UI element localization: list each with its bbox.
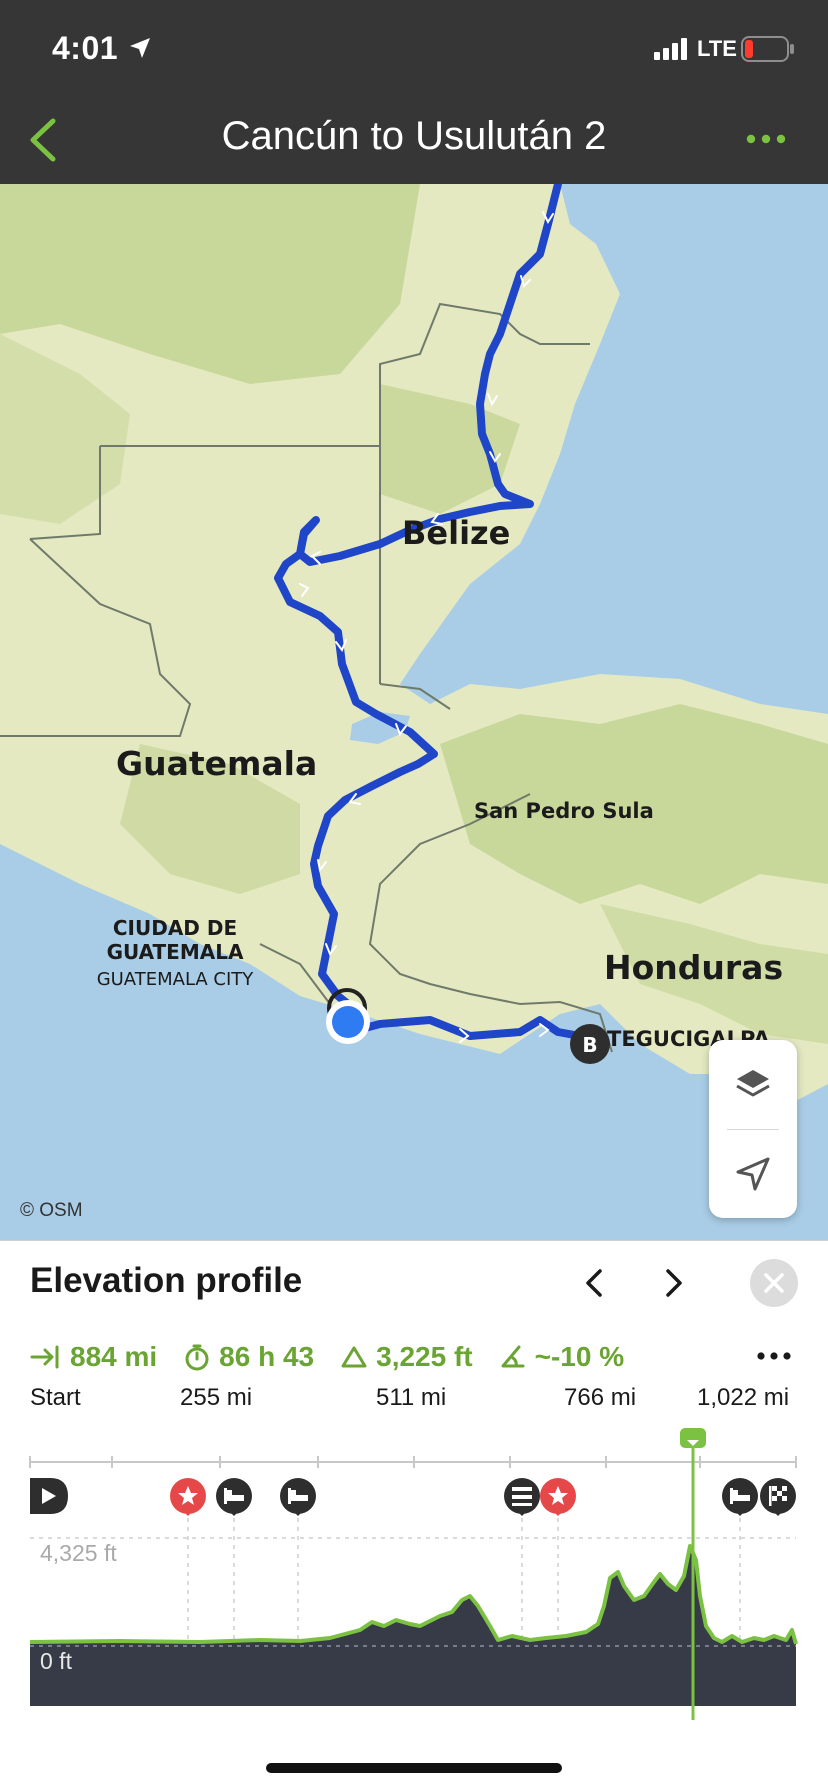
ellipsis-icon xyxy=(746,134,786,144)
nav-bar: Cancún to Usulután 2 xyxy=(0,96,828,184)
map-canvas: B xyxy=(0,184,828,1240)
start-play-icon[interactable] xyxy=(30,1478,68,1514)
map-view[interactable]: B Belize Guatemala San Pedro Sula CIUDAD… xyxy=(0,184,828,1240)
y-axis-max-label: 4,325 ft xyxy=(40,1540,117,1566)
map-label-ciudad-de-guatemala: CIUDAD DE GUATEMALA xyxy=(106,916,244,964)
map-label-guatemala-city: GUATEMALA CITY xyxy=(96,969,254,990)
map-attribution[interactable]: © OSM xyxy=(20,1200,83,1222)
hotel-icon[interactable] xyxy=(504,1478,540,1516)
home-indicator[interactable] xyxy=(266,1763,562,1773)
locate-arrow-icon xyxy=(736,1157,770,1191)
signal-bars-icon xyxy=(654,38,690,65)
map-label-belize: Belize xyxy=(402,514,511,552)
chevron-left-icon xyxy=(30,118,56,162)
layers-button[interactable] xyxy=(709,1040,797,1128)
layers-icon xyxy=(736,1070,770,1097)
network-type: LTE xyxy=(697,36,737,61)
status-time: 4:01 xyxy=(52,30,119,66)
bed-icon[interactable] xyxy=(216,1478,252,1516)
y-axis-zero-label: 0 ft xyxy=(40,1648,72,1674)
map-label-guatemala: Guatemala xyxy=(116,744,318,783)
finish-flag-icon[interactable] xyxy=(760,1478,796,1516)
favorite-star-icon[interactable] xyxy=(540,1478,576,1516)
battery-low-icon xyxy=(741,36,795,67)
map-label-honduras: Honduras xyxy=(604,948,784,987)
favorite-star-icon[interactable] xyxy=(170,1478,206,1516)
locate-button[interactable] xyxy=(709,1130,797,1218)
more-options-button[interactable] xyxy=(742,124,790,154)
bed-icon[interactable] xyxy=(722,1478,758,1516)
map-label-san-pedro-sula: San Pedro Sula xyxy=(474,799,654,823)
status-bar: 4:01 LTE xyxy=(0,0,828,96)
end-marker-label: B xyxy=(582,1033,597,1057)
route-title: Cancún to Usulután 2 xyxy=(221,114,607,158)
bed-icon[interactable] xyxy=(280,1478,316,1516)
elevation-profile-graph xyxy=(29,1428,798,1720)
map-controls xyxy=(709,1040,797,1218)
location-arrow-icon xyxy=(128,36,152,65)
back-button[interactable] xyxy=(22,112,62,168)
